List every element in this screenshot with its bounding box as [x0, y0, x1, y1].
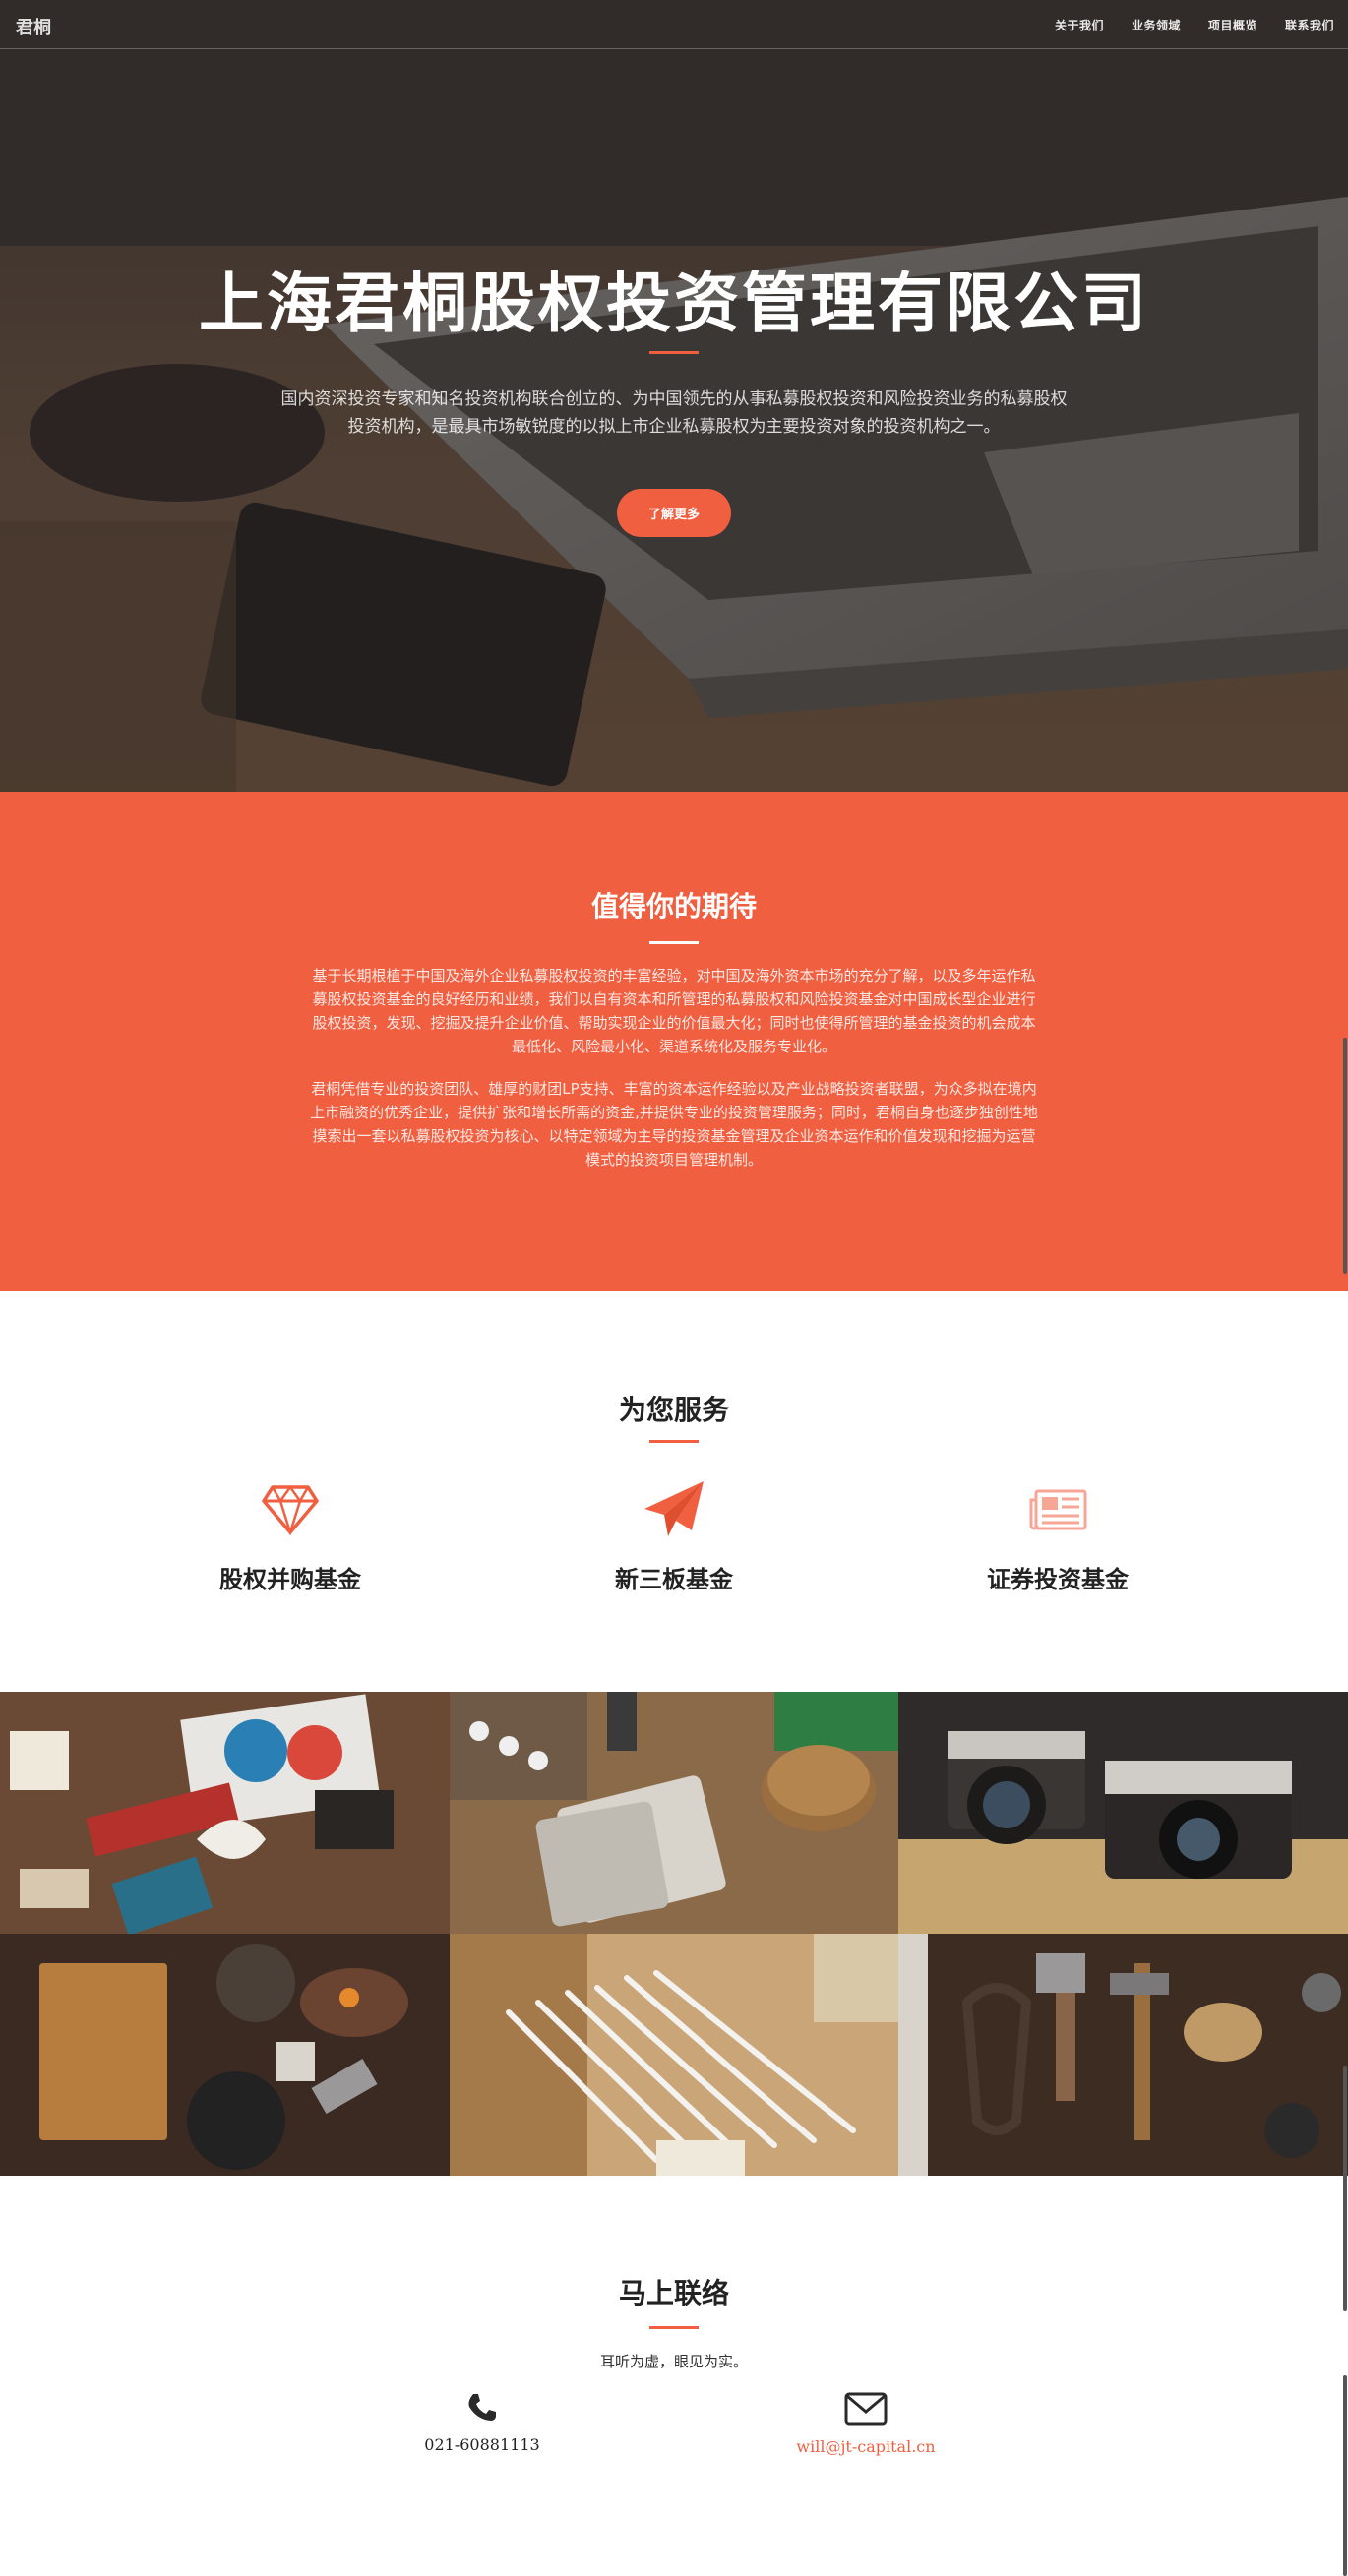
learn-more-button[interactable]: 了解更多 [617, 489, 731, 537]
contact-phone: 021-60881113 [335, 2392, 630, 2454]
service-label: 新三板基金 [615, 1566, 733, 1593]
portfolio-image-1[interactable] [0, 1692, 450, 1934]
about-section: 值得你的期待 基于长期根植于中国及海外企业私募股权投资的丰富经验，对中国及海外资… [0, 792, 1348, 1291]
about-title: 值得你的期待 [590, 890, 757, 923]
portfolio-image-6[interactable] [898, 1934, 1348, 2176]
hero-description: 国内资深投资专家和知名投资机构联合创立的、为中国领先的从事私募股权投资和风险投资… [280, 389, 1068, 437]
envelope-icon [718, 2392, 1013, 2429]
portfolio-image-3[interactable] [898, 1692, 1348, 1934]
nav-item-about[interactable]: 关于我们 [1055, 17, 1104, 33]
diamond-icon [98, 1475, 482, 1544]
hero-title: 上海君桐股权投资管理有限公司 [199, 266, 1149, 341]
service-neeq-fund: 新三板基金 [482, 1475, 866, 1594]
email-link[interactable]: will@jt-capital.cn [718, 2437, 1013, 2456]
brand-logo[interactable]: 君桐 [16, 14, 51, 39]
phone-number[interactable]: 021-60881113 [335, 2435, 630, 2454]
top-navbar: 君桐 关于我们 业务领域 项目概览 联系我们 [0, 0, 1348, 49]
service-securities-fund: 证券投资基金 [866, 1475, 1250, 1594]
about-divider [649, 941, 699, 944]
nav-item-contact[interactable]: 联系我们 [1285, 17, 1334, 33]
contact-subtitle: 耳听为虚，眼见为实。 [599, 2353, 748, 2370]
contact-title: 马上联络 [618, 2277, 729, 2309]
service-equity-fund: 股权并购基金 [98, 1475, 482, 1594]
nav-item-portfolio[interactable]: 项目概览 [1208, 17, 1257, 33]
scrollbar-thumb-about[interactable] [1343, 1038, 1347, 1274]
portfolio-image-5[interactable] [450, 1934, 898, 2176]
service-label: 股权并购基金 [219, 1566, 361, 1593]
nav-item-services[interactable]: 业务领域 [1132, 17, 1181, 33]
nav-menu: 关于我们 业务领域 项目概览 联系我们 [1055, 17, 1334, 33]
service-label: 证券投资基金 [987, 1566, 1129, 1593]
services-divider [649, 1440, 699, 1443]
contact-divider [649, 2326, 699, 2329]
phone-icon [335, 2392, 630, 2427]
contact-email: will@jt-capital.cn [718, 2392, 1013, 2456]
about-paragraph-1: 基于长期根植于中国及海外企业私募股权投资的丰富经验，对中国及海外资本市场的充分了… [312, 967, 1036, 1055]
paper-plane-icon [482, 1475, 866, 1544]
hero-section: 上海君桐股权投资管理有限公司 国内资深投资专家和知名投资机构联合创立的、为中国领… [0, 0, 1348, 792]
services-title: 为您服务 [618, 1394, 729, 1426]
scrollbar-thumb-portfolio[interactable] [1343, 2066, 1347, 2311]
portfolio-image-4[interactable] [0, 1934, 450, 2176]
hero-divider [649, 351, 699, 354]
about-paragraph-2: 君桐凭借专业的投资团队、雄厚的财团LP支持、丰富的资本运作经验以及产业战略投资者… [310, 1080, 1038, 1168]
portfolio-grid [0, 1692, 1348, 2176]
portfolio-image-2[interactable] [450, 1692, 898, 1934]
scrollbar-thumb-contact[interactable] [1343, 2375, 1347, 2576]
newspaper-icon [866, 1475, 1250, 1544]
